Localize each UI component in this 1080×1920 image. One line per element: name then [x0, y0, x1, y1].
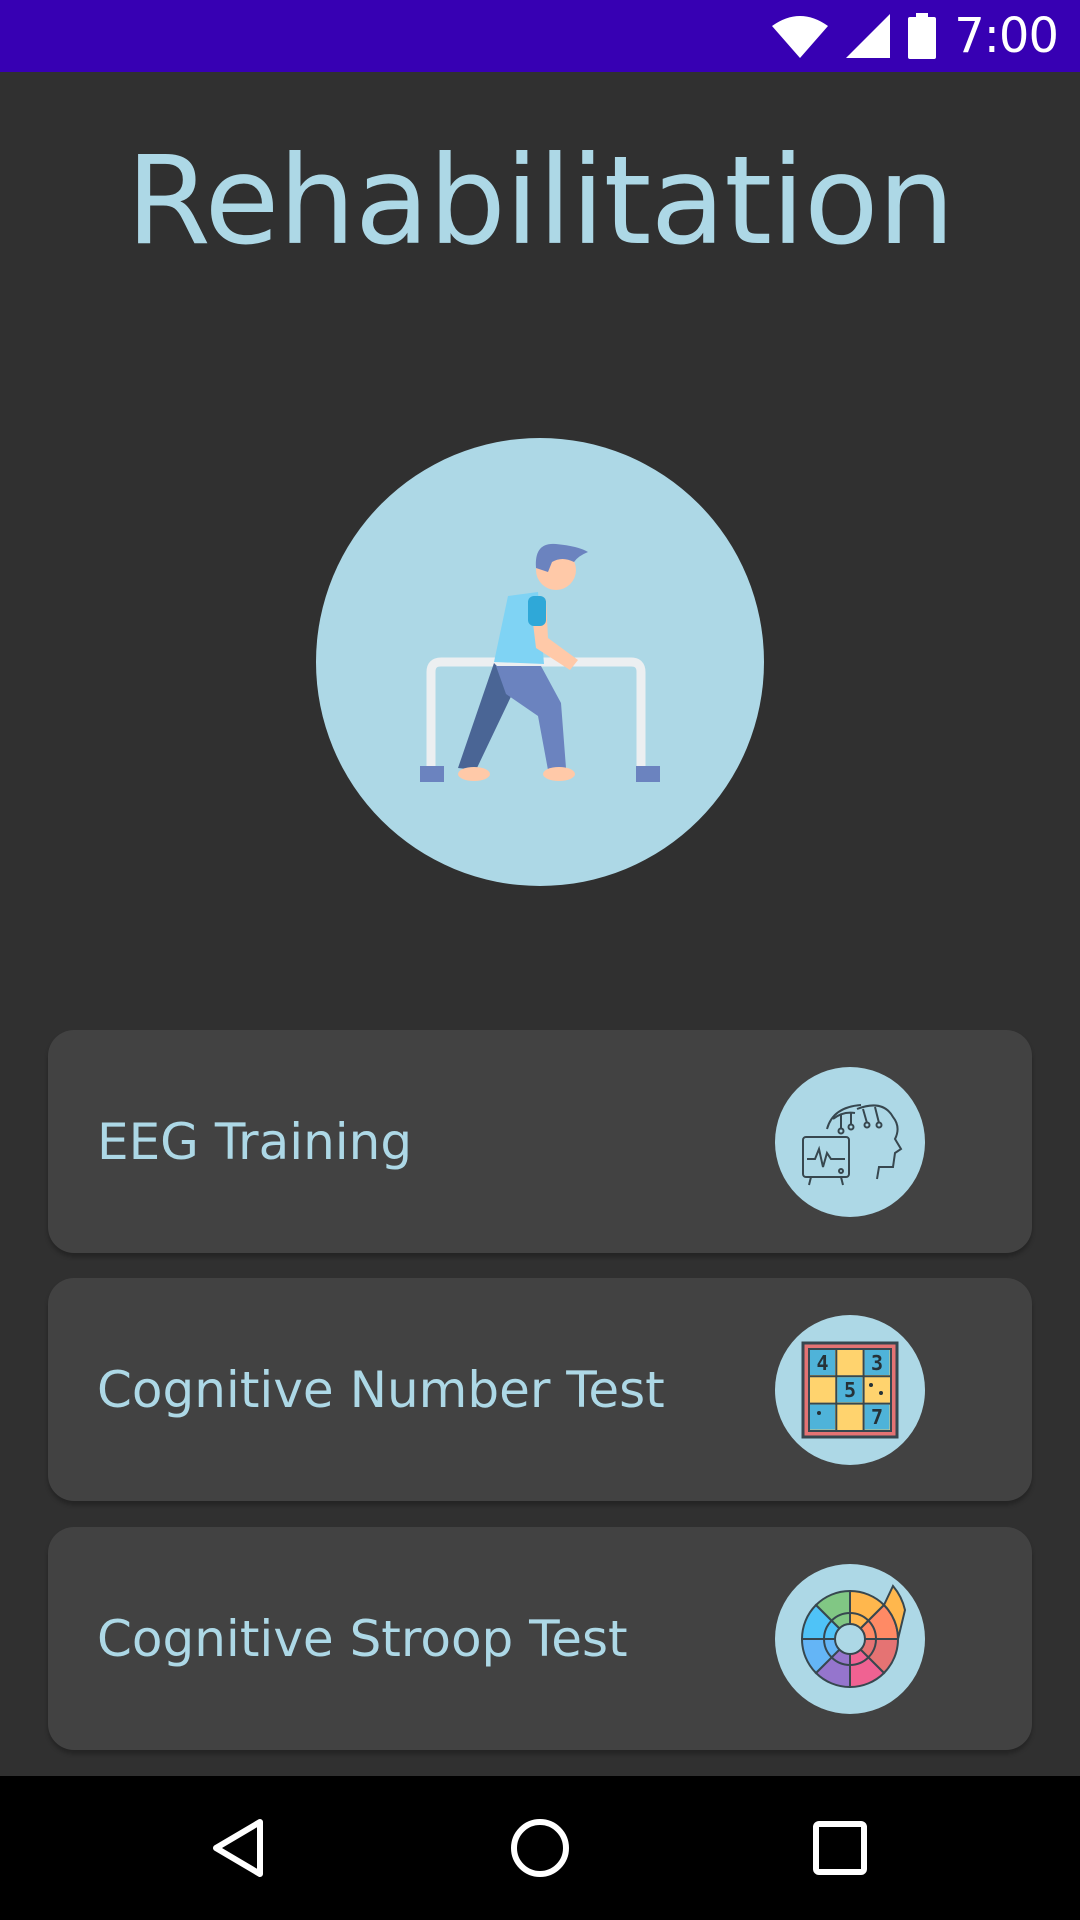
- back-icon[interactable]: [208, 1816, 272, 1880]
- hero-illustration: [316, 438, 764, 886]
- svg-text:5: 5: [844, 1378, 856, 1402]
- menu-card-label: EEG Training: [97, 1112, 413, 1171]
- page-title: Rehabilitation: [126, 130, 955, 272]
- number-grid-icon: 4 3 57: [801, 1341, 899, 1439]
- svg-text:4: 4: [816, 1351, 828, 1375]
- svg-text:3: 3: [871, 1351, 883, 1375]
- svg-text:7: 7: [871, 1405, 883, 1429]
- navigation-bar: [0, 1776, 1080, 1920]
- menu-card-icon-container: [775, 1564, 925, 1714]
- menu-card-eeg-training[interactable]: EEG Training: [48, 1030, 1032, 1253]
- menu-card-label: Cognitive Number Test: [97, 1360, 665, 1419]
- menu-card-icon-container: [775, 1067, 925, 1217]
- color-wheel-icon: [800, 1584, 907, 1689]
- menu-card-cognitive-number-test[interactable]: Cognitive Number Test 4 3 57: [48, 1278, 1032, 1501]
- status-time: 7:00: [954, 8, 1059, 64]
- menu-card-label: Cognitive Stroop Test: [97, 1609, 628, 1668]
- status-bar: 7:00: [0, 0, 1080, 72]
- menu-card-cognitive-stroop-test[interactable]: Cognitive Stroop Test: [48, 1527, 1032, 1750]
- cell-signal-icon: [846, 14, 891, 58]
- eeg-brain-monitor-icon: [802, 1104, 903, 1186]
- battery-icon: [908, 13, 937, 59]
- home-icon[interactable]: [508, 1816, 572, 1880]
- rehabilitation-walker-icon: [420, 543, 660, 782]
- recents-icon[interactable]: [808, 1816, 872, 1880]
- wifi-icon: [772, 16, 829, 58]
- menu-card-icon-container: 4 3 57: [775, 1315, 925, 1465]
